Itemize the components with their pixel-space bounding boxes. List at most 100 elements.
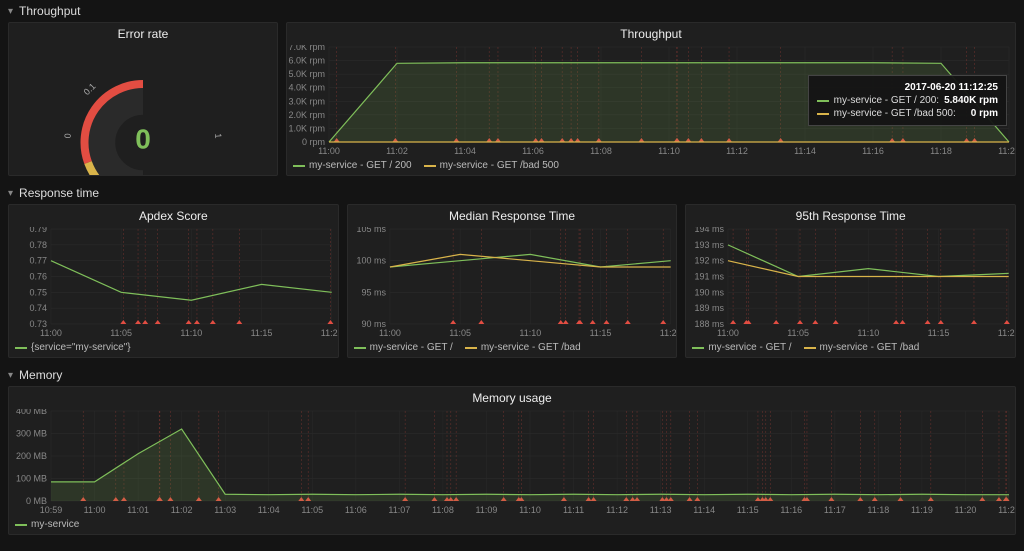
svg-text:0.79: 0.79 (29, 227, 46, 234)
svg-text:300 MB: 300 MB (16, 429, 47, 439)
panel-error-rate[interactable]: Error rate 000.11 (8, 22, 278, 176)
svg-text:11:16: 11:16 (780, 505, 802, 515)
svg-text:11:10: 11:10 (658, 146, 680, 156)
svg-text:0.78: 0.78 (29, 240, 46, 250)
svg-text:11:14: 11:14 (693, 505, 715, 515)
svg-text:11:06: 11:06 (345, 505, 367, 515)
svg-text:6.0K rpm: 6.0K rpm (288, 56, 325, 66)
legend: my-service - GET /my-service - GET /bad (686, 338, 1015, 357)
svg-text:11:00: 11:00 (84, 505, 106, 515)
chart-tooltip: 2017-06-20 11:12:25 my-service - GET / 2… (808, 75, 1007, 126)
legend: my-service - GET /my-service - GET /bad (348, 338, 677, 357)
chevron-down-icon: ▾ (8, 6, 13, 17)
svg-text:11:10: 11:10 (519, 328, 541, 338)
svg-text:11:05: 11:05 (110, 328, 132, 338)
svg-text:11:08: 11:08 (432, 505, 454, 515)
panel-median[interactable]: Median Response Time 90 ms95 ms100 ms105… (347, 204, 678, 358)
svg-text:194 ms: 194 ms (695, 227, 725, 234)
svg-text:11:14: 11:14 (794, 146, 816, 156)
svg-text:400 MB: 400 MB (16, 409, 47, 416)
svg-text:11:21: 11:21 (998, 505, 1015, 515)
svg-text:1: 1 (213, 133, 223, 139)
svg-text:0.75: 0.75 (29, 287, 46, 297)
svg-text:200 MB: 200 MB (16, 451, 47, 461)
chevron-down-icon: ▾ (8, 188, 13, 199)
svg-text:0.77: 0.77 (29, 256, 46, 266)
panel-p95[interactable]: 95th Response Time 188 ms189 ms190 ms191… (685, 204, 1016, 358)
svg-text:11:18: 11:18 (930, 146, 952, 156)
svg-text:11:02: 11:02 (171, 505, 193, 515)
legend: my-service (9, 515, 1015, 534)
panel-title: Apdex Score (9, 205, 338, 227)
gauge-container: 000.11 (9, 45, 277, 175)
panel-title: Memory usage (9, 387, 1015, 409)
svg-text:11:09: 11:09 (476, 505, 498, 515)
chevron-down-icon: ▾ (8, 370, 13, 381)
row-header-response[interactable]: ▾ Response time (0, 182, 1024, 204)
panel-throughput[interactable]: Throughput 0 rpm1.0K rpm2.0K rpm3.0K rpm… (286, 22, 1016, 176)
svg-text:11:06: 11:06 (522, 146, 544, 156)
svg-text:10:59: 10:59 (40, 505, 63, 515)
svg-text:11:05: 11:05 (301, 505, 323, 515)
panel-memory[interactable]: Memory usage 0 MB100 MB200 MB300 MB400 M… (8, 386, 1016, 535)
svg-text:0: 0 (63, 133, 73, 139)
svg-text:11:15: 11:15 (589, 328, 611, 338)
svg-text:11:01: 11:01 (127, 505, 149, 515)
svg-text:0.76: 0.76 (29, 272, 46, 282)
svg-text:100 ms: 100 ms (356, 256, 386, 266)
svg-text:190 ms: 190 ms (695, 287, 725, 297)
svg-text:11:20: 11:20 (659, 328, 676, 338)
panel-title: Median Response Time (348, 205, 677, 227)
svg-text:105 ms: 105 ms (356, 227, 386, 234)
svg-text:191 ms: 191 ms (695, 272, 725, 282)
svg-text:11:03: 11:03 (214, 505, 236, 515)
svg-text:11:15: 11:15 (251, 328, 273, 338)
svg-text:11:05: 11:05 (788, 328, 810, 338)
legend: my-service - GET / 200my-service - GET /… (287, 156, 1015, 175)
svg-text:5.0K rpm: 5.0K rpm (288, 69, 325, 79)
svg-text:11:20: 11:20 (998, 146, 1015, 156)
panel-title: Throughput (287, 23, 1015, 45)
svg-text:0.74: 0.74 (29, 303, 46, 313)
svg-text:11:10: 11:10 (180, 328, 202, 338)
svg-text:3.0K rpm: 3.0K rpm (288, 96, 325, 106)
svg-text:11:20: 11:20 (998, 328, 1015, 338)
svg-text:11:16: 11:16 (862, 146, 884, 156)
svg-text:11:10: 11:10 (519, 505, 541, 515)
row-header-throughput[interactable]: ▾ Throughput (0, 0, 1024, 22)
svg-text:11:15: 11:15 (928, 328, 950, 338)
svg-text:192 ms: 192 ms (695, 256, 725, 266)
svg-text:11:00: 11:00 (318, 146, 340, 156)
svg-text:11:02: 11:02 (386, 146, 408, 156)
svg-text:11:13: 11:13 (650, 505, 672, 515)
svg-text:11:04: 11:04 (258, 505, 280, 515)
svg-text:11:19: 11:19 (911, 505, 933, 515)
row-title: Response time (19, 186, 99, 200)
svg-text:11:18: 11:18 (867, 505, 889, 515)
svg-text:0: 0 (135, 124, 151, 155)
svg-text:4.0K rpm: 4.0K rpm (288, 83, 325, 93)
svg-text:11:20: 11:20 (321, 328, 338, 338)
svg-text:189 ms: 189 ms (695, 303, 725, 313)
svg-text:11:05: 11:05 (449, 328, 471, 338)
svg-text:95 ms: 95 ms (361, 287, 386, 297)
svg-text:11:07: 11:07 (388, 505, 410, 515)
row-title: Memory (19, 368, 62, 382)
svg-text:0.1: 0.1 (82, 81, 98, 97)
svg-text:100 MB: 100 MB (16, 474, 47, 484)
svg-text:11:00: 11:00 (379, 328, 401, 338)
row-title: Throughput (19, 4, 80, 18)
panel-title: 95th Response Time (686, 205, 1015, 227)
svg-text:11:20: 11:20 (955, 505, 977, 515)
row-header-memory[interactable]: ▾ Memory (0, 364, 1024, 386)
svg-text:11:15: 11:15 (737, 505, 759, 515)
svg-text:11:17: 11:17 (824, 505, 846, 515)
svg-text:193 ms: 193 ms (695, 240, 725, 250)
svg-text:11:04: 11:04 (454, 146, 476, 156)
svg-text:2.0K rpm: 2.0K rpm (288, 110, 325, 120)
legend: {service="my-service"} (9, 338, 338, 357)
svg-text:7.0K rpm: 7.0K rpm (288, 45, 325, 52)
panel-apdex[interactable]: Apdex Score 0.730.740.750.760.770.780.79… (8, 204, 339, 358)
panel-title: Error rate (9, 23, 277, 45)
svg-text:11:00: 11:00 (40, 328, 62, 338)
